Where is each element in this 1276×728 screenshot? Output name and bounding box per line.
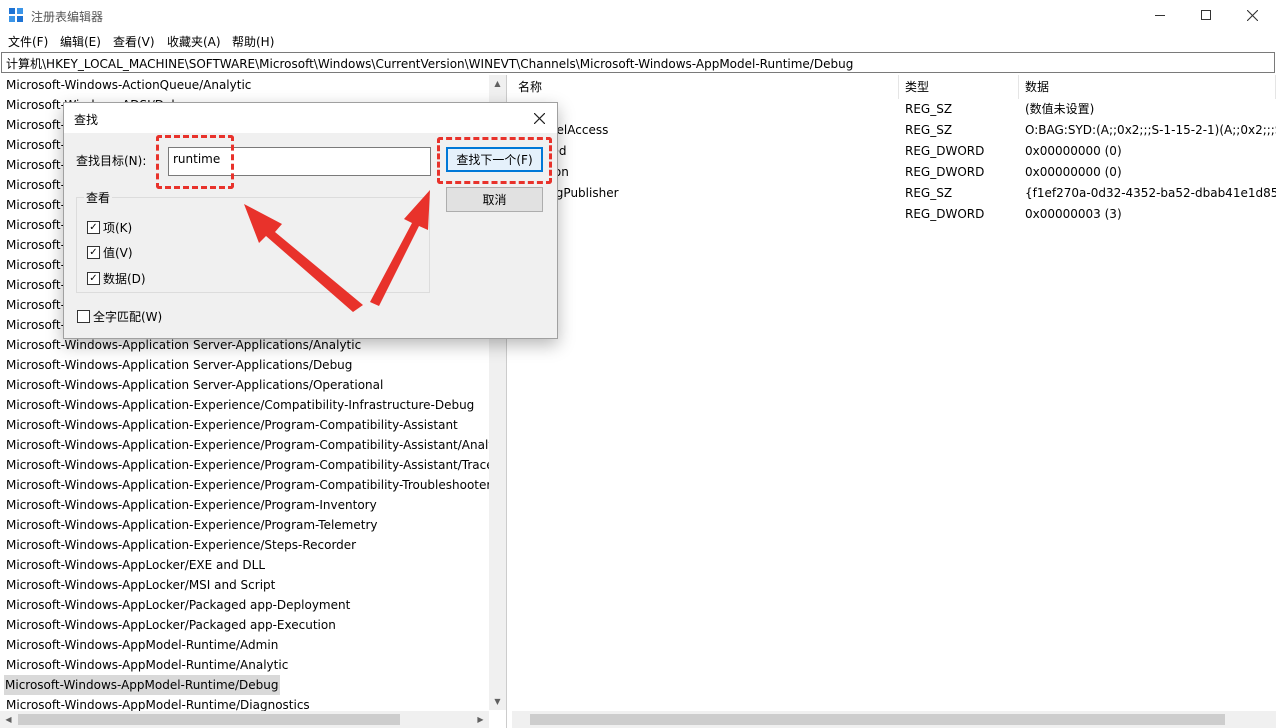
tree-item[interactable]: Microsoft-Windows-Application-Experience…: [5, 415, 459, 435]
scroll-left-icon[interactable]: ◀: [0, 711, 17, 728]
minimize-button[interactable]: [1137, 0, 1183, 30]
checkbox-unchecked-icon: [77, 310, 90, 323]
whole-word-checkbox[interactable]: 全字匹配(W): [77, 308, 162, 325]
value-type-cell: REG_SZ: [905, 123, 953, 137]
data-checkbox[interactable]: ✓ 数据(D): [87, 270, 146, 287]
value-name-cell[interactable]: (默认): [518, 99, 899, 120]
dialog-title: 查找: [74, 113, 99, 127]
values-horizontal-scrollbar[interactable]: [512, 711, 1276, 728]
tree-item[interactable]: Microsoft-Windows-Application-Experience…: [5, 535, 357, 555]
close-icon: [533, 112, 545, 124]
tree-item[interactable]: Microsoft-Windows-AppLocker/EXE and DLL: [5, 555, 266, 575]
values-pane: 名称 类型 数据 (默认) REG_SZ (数值未设置) ChannelAccess R…: [512, 75, 1276, 728]
maximize-button[interactable]: [1183, 0, 1229, 30]
values-checkbox[interactable]: ✓ 值(V): [87, 244, 133, 261]
value-name-cell[interactable]: OwningPublisher: [518, 183, 899, 204]
minimize-icon: [1155, 14, 1165, 16]
keys-checkbox-label: 项(K): [103, 221, 133, 235]
data-checkbox-label: 数据(D): [103, 272, 146, 286]
tree-item[interactable]: Microsoft-Windows-Application-Experience…: [5, 515, 379, 535]
tree-item[interactable]: Microsoft-Windows-Application-Experience…: [5, 435, 506, 455]
input-highlight-box: [156, 135, 234, 189]
tree-horizontal-scrollbar[interactable]: ◀ ▶: [0, 711, 489, 728]
dialog-close-button[interactable]: [527, 107, 551, 129]
tree-item[interactable]: Microsoft-Windows-AppModel-Runtime/Admin: [5, 635, 279, 655]
column-header-name[interactable]: 名称: [512, 75, 899, 99]
tree-item[interactable]: Microsoft-Windows-Application-Experience…: [5, 475, 492, 495]
scroll-down-icon[interactable]: ▼: [489, 693, 506, 710]
window-title: 注册表编辑器: [31, 10, 104, 24]
tree-item[interactable]: Microsoft-Windows-AppLocker/MSI and Scri…: [5, 575, 276, 595]
value-name-cell[interactable]: Isolation: [518, 162, 899, 183]
menu-help[interactable]: 帮助(H): [232, 33, 274, 50]
value-type-cell: REG_SZ: [905, 102, 953, 116]
tree-item[interactable]: Microsoft-Windows-AppModel-Runtime/Debug: [4, 675, 280, 695]
value-type-cell: REG_DWORD: [905, 144, 985, 158]
tree-item[interactable]: Microsoft-Windows-Application Server-App…: [5, 375, 384, 395]
value-data-cell: {f1ef270a-0d32-4352-ba52-dbab41e1d859}: [1025, 186, 1276, 200]
checkbox-checked-icon: ✓: [87, 221, 100, 234]
cancel-button[interactable]: 取消: [446, 187, 543, 212]
look-at-group-title: 查看: [84, 189, 113, 206]
menu-favorites[interactable]: 收藏夹(A): [167, 33, 221, 50]
value-name-cell[interactable]: ChannelAccess: [518, 120, 899, 141]
menu-bar: 文件(F) 编辑(E) 查看(V) 收藏夹(A) 帮助(H): [0, 31, 1276, 51]
tree-item[interactable]: Microsoft-Windows-Application Server-App…: [5, 355, 353, 375]
tree-item[interactable]: Microsoft-Windows-AppModel-Runtime/Analy…: [5, 655, 289, 675]
tree-item[interactable]: Microsoft-Windows-Application-Experience…: [5, 395, 475, 415]
value-data-cell: 0x00000000 (0): [1025, 144, 1122, 158]
column-header-data[interactable]: 数据: [1019, 75, 1276, 99]
value-type-cell: REG_SZ: [905, 186, 953, 200]
keys-checkbox[interactable]: ✓ 项(K): [87, 219, 132, 236]
checkbox-checked-icon: ✓: [87, 272, 100, 285]
registry-editor-icon: [9, 8, 24, 23]
menu-edit[interactable]: 编辑(E): [60, 33, 101, 50]
whole-word-checkbox-label: 全字匹配(W): [93, 310, 163, 324]
address-bar[interactable]: 计算机\HKEY_LOCAL_MACHINE\SOFTWARE\Microsof…: [1, 52, 1275, 73]
scroll-up-icon[interactable]: ▲: [489, 75, 506, 92]
scroll-right-icon[interactable]: ▶: [472, 711, 489, 728]
value-type-cell: REG_DWORD: [905, 207, 985, 221]
tree-item[interactable]: Microsoft-Windows-Application-Experience…: [5, 455, 495, 475]
scrollbar-thumb[interactable]: [530, 714, 1225, 725]
value-data-cell: (数值未设置): [1025, 102, 1095, 116]
value-name-cell[interactable]: Type: [518, 204, 899, 225]
value-type-cell: REG_DWORD: [905, 165, 985, 179]
tree-item[interactable]: Microsoft-Windows-AppLocker/Packaged app…: [5, 615, 337, 635]
close-icon: [1246, 9, 1258, 21]
button-highlight-box: [437, 137, 552, 184]
values-checkbox-label: 值(V): [103, 246, 133, 260]
find-target-label: 查找目标(N):: [76, 154, 147, 168]
dialog-title-bar: 查找: [64, 103, 557, 133]
address-path: 计算机\HKEY_LOCAL_MACHINE\SOFTWARE\Microsof…: [6, 57, 854, 71]
close-button[interactable]: [1229, 0, 1275, 30]
tree-item[interactable]: Microsoft-Windows-AppLocker/Packaged app…: [5, 595, 351, 615]
maximize-icon: [1201, 10, 1211, 20]
tree-item[interactable]: Microsoft-Windows-ActionQueue/Analytic: [5, 75, 252, 95]
value-data-cell: O:BAG:SYD:(A;;0x2;;;S-1-15-2-1)(A;;0x2;;…: [1025, 123, 1276, 137]
value-data-cell: 0x00000003 (3): [1025, 207, 1122, 221]
tree-item[interactable]: Microsoft-Windows-Application-Experience…: [5, 495, 378, 515]
menu-view[interactable]: 查看(V): [113, 33, 155, 50]
title-bar: 注册表编辑器: [0, 0, 1276, 30]
menu-file[interactable]: 文件(F): [8, 33, 48, 50]
checkbox-checked-icon: ✓: [87, 246, 100, 259]
scrollbar-thumb[interactable]: [18, 714, 400, 725]
value-data-cell: 0x00000000 (0): [1025, 165, 1122, 179]
value-name-cell[interactable]: Enabled: [518, 141, 899, 162]
column-header-type[interactable]: 类型: [899, 75, 1019, 99]
